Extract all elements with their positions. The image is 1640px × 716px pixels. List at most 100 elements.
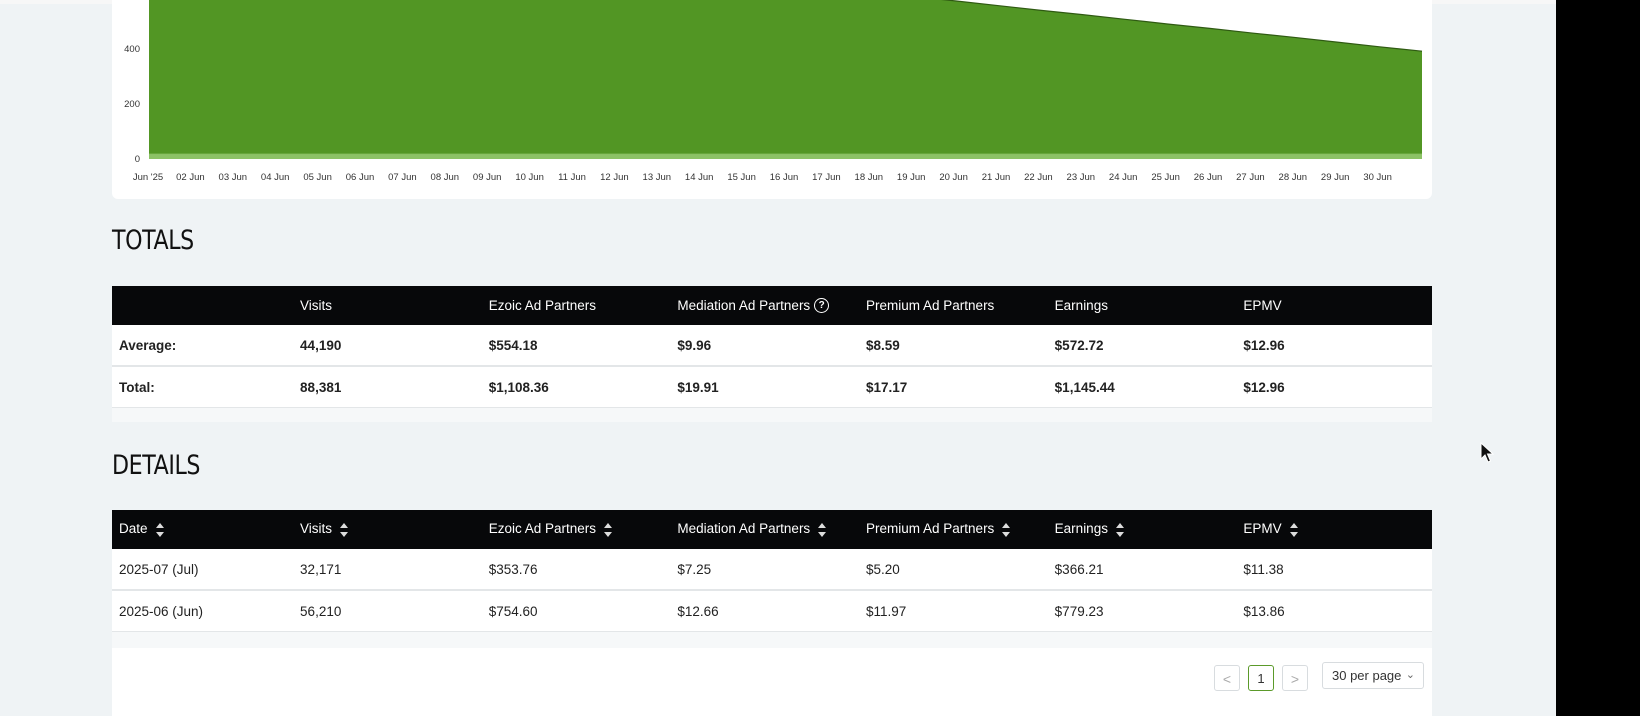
x-tick-label: 30 Jun bbox=[1363, 172, 1392, 183]
x-tick-label: 22 Jun bbox=[1024, 172, 1053, 183]
sort-earnings[interactable]: Earnings bbox=[1054, 510, 1244, 549]
x-tick-label: 13 Jun bbox=[643, 172, 672, 183]
sort-ezoic-label: Ezoic Ad Partners bbox=[488, 521, 597, 537]
y-tick-label: 0 bbox=[135, 154, 140, 165]
sort-premium[interactable]: Premium Ad Partners bbox=[866, 510, 1055, 549]
x-tick-label: 02 Jun bbox=[176, 172, 205, 183]
x-tick-label: 29 Jun bbox=[1321, 172, 1350, 183]
x-tick-label: 25 Jun bbox=[1151, 172, 1180, 183]
cell-epmv: $12.96 bbox=[1243, 366, 1432, 409]
x-tick-label: 12 Jun bbox=[600, 172, 629, 183]
x-tick-label: 24 Jun bbox=[1109, 172, 1138, 183]
y-tick-label: 400 bbox=[124, 44, 140, 55]
x-tick-label: 04 Jun bbox=[261, 172, 290, 183]
table-row: Average: 44,190 $554.18 $9.96 $8.59 $572… bbox=[112, 325, 1432, 367]
sort-premium-label: Premium Ad Partners bbox=[866, 521, 995, 537]
cell-earnings: $779.23 bbox=[1054, 590, 1244, 633]
cell-visits: 88,381 bbox=[300, 366, 489, 409]
pagination-bar: < 1 > 30 per page ⌄ bbox=[112, 648, 1432, 716]
cell-earnings: $366.21 bbox=[1054, 549, 1244, 591]
page-1-button[interactable]: 1 bbox=[1248, 665, 1274, 691]
area-chart: 0 200 400 Jun '25 02 Jun 03 Jun 04 Jun 05 Jun 06… bbox=[124, 0, 1423, 183]
sort-icon bbox=[1002, 522, 1011, 538]
sort-date[interactable]: Date bbox=[112, 510, 301, 549]
sort-icon bbox=[1115, 522, 1124, 538]
sort-icon bbox=[155, 522, 164, 538]
x-tick-label: 21 Jun bbox=[982, 172, 1011, 183]
x-tick-label: 06 Jun bbox=[346, 172, 375, 183]
prev-page-button[interactable]: < bbox=[1214, 665, 1240, 691]
x-tick-label: 18 Jun bbox=[855, 172, 884, 183]
x-tick-label: 07 Jun bbox=[388, 172, 417, 183]
cell-premium: $11.97 bbox=[866, 590, 1055, 633]
cell-mediation: $12.66 bbox=[677, 590, 867, 633]
cell-epmv: $11.38 bbox=[1243, 549, 1432, 591]
totals-header-label bbox=[112, 286, 301, 325]
sort-epmv[interactable]: EPMV bbox=[1243, 510, 1432, 549]
cell-earnings: $1,145.44 bbox=[1054, 366, 1244, 409]
cell-epmv: $12.96 bbox=[1243, 325, 1432, 367]
mouse-cursor-icon bbox=[1480, 442, 1494, 463]
per-page-value: 30 per page bbox=[1332, 668, 1402, 683]
x-tick-label: 19 Jun bbox=[897, 172, 926, 183]
cell-visits: 32,171 bbox=[300, 549, 489, 591]
cell-mediation: $9.96 bbox=[677, 325, 867, 367]
totals-header-row: Visits Ezoic Ad Partners Mediation Ad Pa… bbox=[112, 286, 1432, 325]
area-series-1 bbox=[149, 153, 1422, 159]
totals-footer bbox=[112, 408, 1432, 422]
x-tick-label: 11 Jun bbox=[558, 172, 586, 183]
cell-visits: 44,190 bbox=[300, 325, 489, 367]
x-tick-label: 10 Jun bbox=[515, 172, 544, 183]
totals-table: Visits Ezoic Ad Partners Mediation Ad Pa… bbox=[112, 286, 1432, 409]
details-title: DETAILS bbox=[112, 450, 201, 481]
totals-header-earnings: Earnings bbox=[1054, 286, 1244, 325]
sort-icon bbox=[604, 522, 613, 538]
x-tick-label: 26 Jun bbox=[1194, 172, 1223, 183]
table-row: Total: 88,381 $1,108.36 $19.91 $17.17 $1… bbox=[112, 366, 1432, 409]
cell-ezoic: $554.18 bbox=[488, 325, 678, 367]
details-table: Date Visits Ezoic Ad Partners Mediation … bbox=[112, 510, 1432, 633]
window-edge bbox=[1556, 0, 1640, 716]
cell-visits: 56,210 bbox=[300, 590, 489, 633]
cell-date: 2025-07 (Jul) bbox=[112, 549, 301, 591]
totals-header-ezoic: Ezoic Ad Partners bbox=[488, 286, 678, 325]
x-tick-label: 03 Jun bbox=[219, 172, 248, 183]
chevron-down-icon: ⌄ bbox=[1405, 669, 1415, 681]
cell-date: 2025-06 (Jun) bbox=[112, 590, 301, 633]
sort-mediation[interactable]: Mediation Ad Partners bbox=[677, 510, 867, 549]
cell-premium: $5.20 bbox=[866, 549, 1055, 591]
x-tick-label: 05 Jun bbox=[303, 172, 332, 183]
x-tick-label: 17 Jun bbox=[812, 172, 841, 183]
y-tick-label: 200 bbox=[124, 99, 140, 110]
sort-epmv-label: EPMV bbox=[1243, 521, 1282, 537]
sort-visits[interactable]: Visits bbox=[300, 510, 489, 549]
cell-premium: $17.17 bbox=[866, 366, 1055, 409]
sort-mediation-label: Mediation Ad Partners bbox=[677, 521, 811, 537]
area-series-2 bbox=[149, 0, 1422, 154]
table-row: 2025-07 (Jul) 32,171 $353.76 $7.25 $5.20… bbox=[112, 549, 1432, 591]
totals-header-premium: Premium Ad Partners bbox=[866, 286, 1055, 325]
x-tick-label: 27 Jun bbox=[1236, 172, 1265, 183]
totals-title: TOTALS bbox=[112, 225, 194, 256]
totals-header-epmv: EPMV bbox=[1243, 286, 1432, 325]
cell-label: Average: bbox=[112, 325, 301, 367]
sort-icon bbox=[818, 522, 827, 538]
next-page-button[interactable]: > bbox=[1282, 665, 1308, 691]
per-page-select[interactable]: 30 per page ⌄ bbox=[1322, 662, 1424, 689]
sort-icon bbox=[1289, 522, 1298, 538]
sort-date-label: Date bbox=[119, 521, 148, 537]
help-icon[interactable]: ? bbox=[814, 298, 830, 314]
totals-header-mediation: Mediation Ad Partners? bbox=[677, 286, 867, 325]
cell-earnings: $572.72 bbox=[1054, 325, 1244, 367]
cell-label: Total: bbox=[112, 366, 301, 409]
x-tick-label: Jun '25 bbox=[133, 172, 163, 183]
x-tick-label: 08 Jun bbox=[431, 172, 460, 183]
sort-earnings-label: Earnings bbox=[1054, 521, 1108, 537]
cell-ezoic: $353.76 bbox=[488, 549, 678, 591]
x-tick-label: 23 Jun bbox=[1067, 172, 1096, 183]
cell-epmv: $13.86 bbox=[1243, 590, 1432, 633]
sort-visits-label: Visits bbox=[300, 521, 333, 537]
totals-header-visits: Visits bbox=[300, 286, 489, 325]
sort-ezoic[interactable]: Ezoic Ad Partners bbox=[488, 510, 678, 549]
details-footer bbox=[112, 632, 1432, 648]
